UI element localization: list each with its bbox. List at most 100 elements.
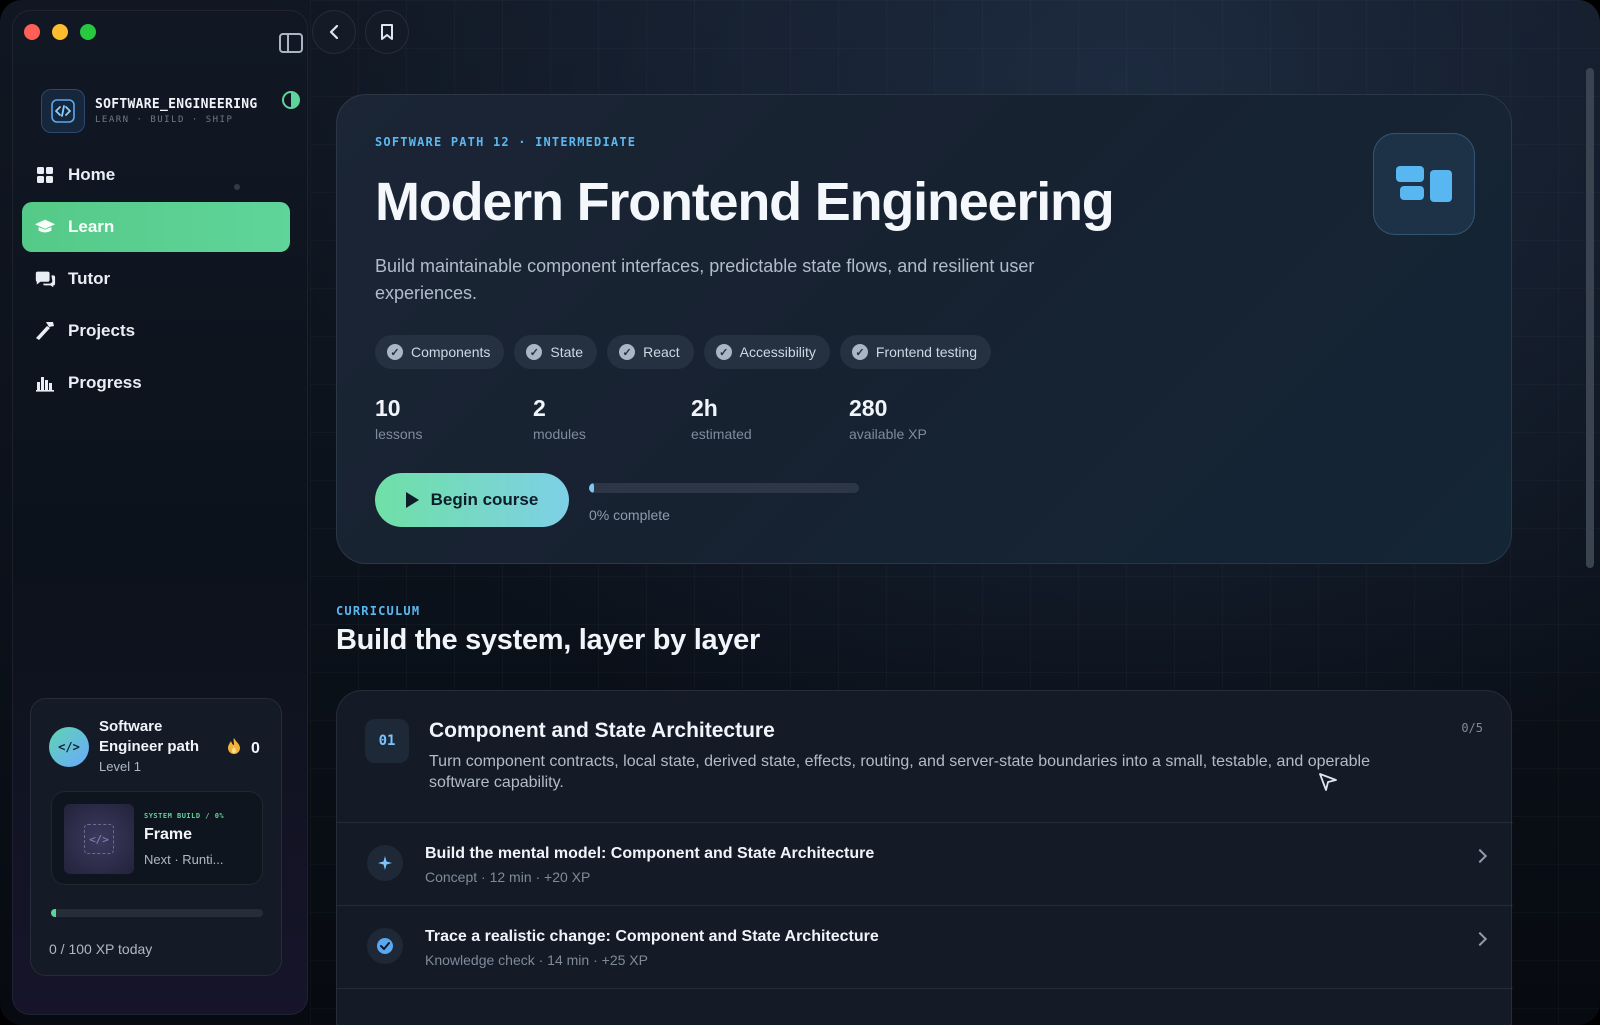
- mouse-cursor-icon: [1317, 771, 1339, 798]
- begin-course-label: Begin course: [430, 490, 539, 509]
- sidebar-item-label: Projects: [68, 321, 136, 340]
- sidebar-item-home[interactable]: Home: [22, 150, 290, 200]
- code-logo-icon: [41, 89, 85, 133]
- check-badge-icon: [367, 928, 403, 964]
- lesson-title: Trace a realistic change: Component and …: [425, 928, 879, 945]
- code-frame-icon: </>: [84, 824, 114, 854]
- stat-label: available XP: [849, 426, 927, 442]
- check-circle-icon: ✓: [387, 344, 403, 360]
- sidebar-item-label: Tutor: [68, 269, 111, 288]
- flame-icon: [227, 737, 241, 760]
- tag-accessibility: ✓ Accessibility: [703, 335, 830, 369]
- stat-label: lessons: [375, 426, 423, 442]
- curriculum-title: Build the system, layer by layer: [336, 624, 760, 656]
- stat-value: 2: [533, 395, 546, 421]
- lesson-meta: Knowledge check · 14 min · +25 XP: [425, 952, 648, 968]
- check-circle-icon: ✓: [715, 344, 732, 360]
- stat-value: 2h: [691, 395, 718, 421]
- sidebar-item-label: Learn: [68, 217, 115, 236]
- page-title: Modern Frontend Engineering: [375, 172, 1115, 232]
- tag-frontend-testing: ✓ Frontend testing: [839, 335, 992, 369]
- sidebar-toggle-icon[interactable]: [279, 33, 303, 53]
- layout-panels-icon: [1373, 133, 1475, 235]
- build-next: Next · Runti...: [144, 852, 224, 867]
- back-button[interactable]: [312, 10, 356, 54]
- system-build-card[interactable]: </> SYSTEM BUILD / 0% Frame Next · Runti…: [51, 791, 263, 885]
- course-progress-bar: [589, 483, 859, 493]
- close-window-button[interactable]: [24, 24, 40, 40]
- brand[interactable]: SOFTWARE_ENGINEERING LEARN · BUILD · SHI…: [41, 89, 258, 133]
- sidebar-nav: Home Learn Tutor Projects Progress: [22, 150, 290, 410]
- build-kicker: SYSTEM BUILD / 0%: [144, 812, 225, 820]
- course-hero: SOFTWARE PATH 12 · INTERMEDIATE Modern F…: [336, 94, 1512, 564]
- begin-course-button[interactable]: Begin course: [375, 473, 569, 527]
- sidebar-item-learn[interactable]: Learn: [22, 202, 290, 252]
- lesson-meta: Concept · 12 min · +20 XP: [425, 869, 591, 885]
- sidebar-item-label: Progress: [68, 373, 142, 392]
- bookmark-button[interactable]: [365, 10, 409, 54]
- window-controls: [24, 24, 96, 40]
- tag-label: Frontend testing: [875, 344, 978, 360]
- course-description: Build maintainable component interfaces,…: [375, 256, 1035, 303]
- chevron-right-icon: [1472, 931, 1488, 947]
- stat-estimated: 2h estimated: [691, 395, 849, 442]
- tag-label: Accessibility: [739, 344, 816, 360]
- level-label: Level 1: [99, 759, 141, 774]
- sidebar-item-label: Home: [68, 165, 116, 184]
- streak-count: 0: [251, 739, 260, 757]
- tag-label: State: [550, 344, 584, 360]
- avatar: </>: [49, 727, 89, 767]
- theme-toggle-icon[interactable]: [282, 91, 300, 109]
- streak-counter: 0: [227, 737, 260, 760]
- sparkle-icon: [367, 845, 403, 881]
- grid-icon: [34, 164, 56, 186]
- stat-value: 280: [849, 395, 888, 421]
- sidebar-item-progress[interactable]: Progress: [22, 358, 290, 408]
- check-circle-icon: ✓: [851, 344, 868, 360]
- tag-label: React: [643, 344, 680, 360]
- lesson-row-divider: [337, 988, 1513, 1025]
- chevron-left-icon: [329, 24, 339, 40]
- frame-thumbnail: </>: [64, 804, 134, 874]
- module-progress-count: 0/5: [1461, 721, 1483, 735]
- check-circle-icon: ✓: [619, 344, 636, 360]
- build-title: Frame: [144, 826, 193, 843]
- chevron-right-icon: [1472, 848, 1488, 864]
- check-circle-icon: ✓: [526, 344, 543, 360]
- bar-chart-icon: [34, 372, 56, 394]
- xp-today-text: 0 / 100 XP today: [49, 941, 153, 957]
- curriculum-kicker: CURRICULUM: [336, 604, 421, 618]
- course-progress-fill: [589, 483, 594, 493]
- lesson-row[interactable]: Build the mental model: Component and St…: [337, 822, 1513, 906]
- minimize-window-button[interactable]: [52, 24, 68, 40]
- module-number: 01: [365, 719, 409, 763]
- path-profile-card[interactable]: </> Software Engineer path Level 1 0 </>…: [30, 698, 282, 976]
- stat-value: 10: [375, 395, 401, 421]
- stat-modules: 2 modules: [533, 395, 691, 442]
- skill-tags: ✓ Components ✓ State ✓ React ✓ Accessibility…: [375, 335, 992, 369]
- play-icon: [405, 492, 419, 508]
- stat-xp: 280 available XP: [849, 395, 1007, 442]
- module-description: Turn component contracts, local state, d…: [429, 753, 1370, 791]
- stat-label: estimated: [691, 426, 752, 442]
- stat-label: modules: [533, 426, 586, 442]
- scrollbar[interactable]: [1586, 68, 1594, 568]
- hammer-icon: [34, 320, 56, 342]
- sidebar-item-projects[interactable]: Projects: [22, 306, 290, 356]
- lesson-row[interactable]: Trace a realistic change: Component and …: [337, 905, 1513, 989]
- path-title: Software Engineer path: [99, 718, 200, 755]
- xp-progress-fill: [51, 909, 56, 917]
- app-window: SOFTWARE_ENGINEERING LEARN · BUILD · SHI…: [0, 0, 1600, 1025]
- chat-bubbles-icon: [34, 268, 56, 290]
- module-title: Component and State Architecture: [429, 719, 775, 742]
- xp-progress-bar: [51, 909, 263, 917]
- course-kicker: SOFTWARE PATH 12 · INTERMEDIATE: [375, 135, 637, 149]
- brand-subtitle: LEARN · BUILD · SHIP: [95, 115, 234, 125]
- sidebar-item-tutor[interactable]: Tutor: [22, 254, 290, 304]
- course-stats: 10 lessons 2 modules 2h estimated 280 availa…: [375, 395, 1007, 442]
- brand-title: SOFTWARE_ENGINEERING: [95, 97, 258, 112]
- zoom-window-button[interactable]: [80, 24, 96, 40]
- stat-lessons: 10 lessons: [375, 395, 533, 442]
- course-progress-text: 0% complete: [589, 507, 670, 523]
- graduation-cap-icon: [34, 216, 56, 238]
